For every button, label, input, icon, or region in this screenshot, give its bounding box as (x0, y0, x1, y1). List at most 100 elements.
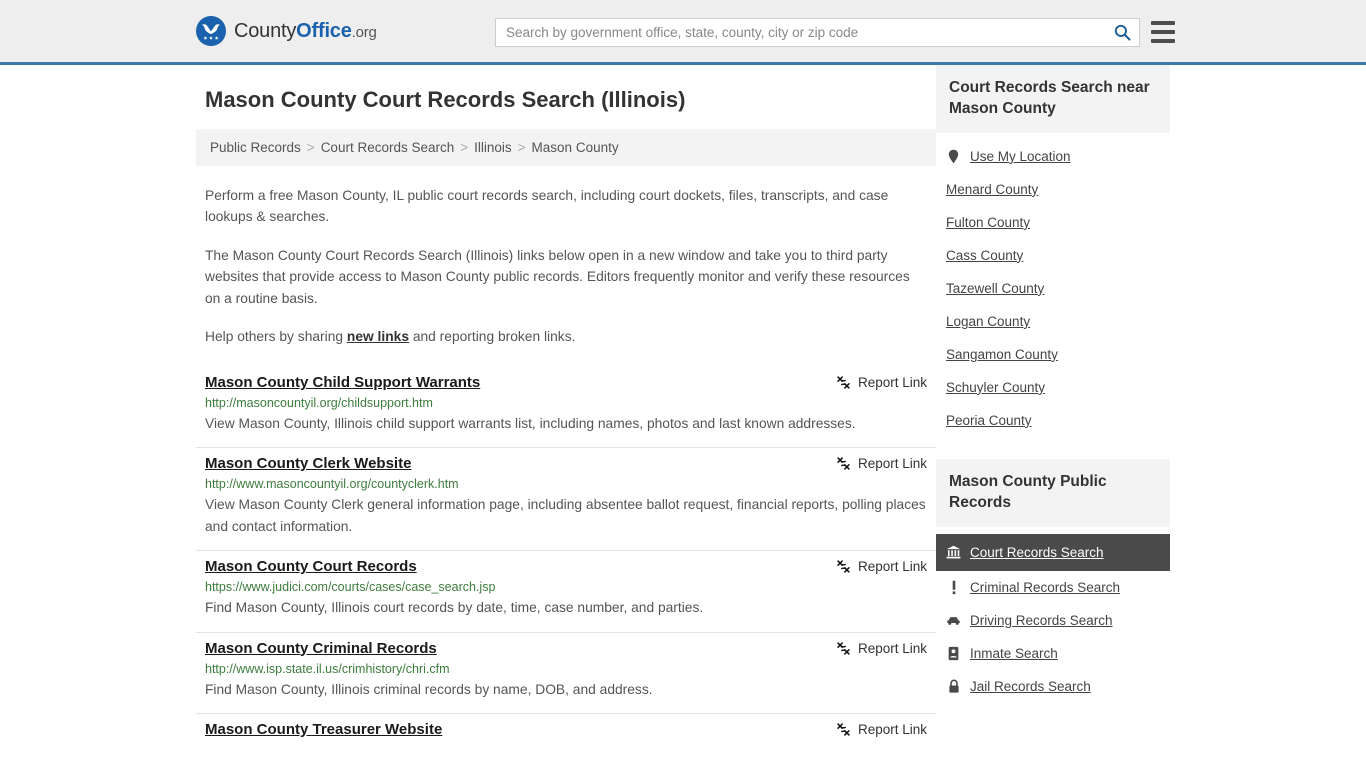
breadcrumb-separator: > (460, 140, 469, 155)
broken-link-icon (837, 722, 850, 736)
car-icon (946, 613, 961, 628)
result-item: Mason County Court Records Report Link h… (196, 551, 936, 633)
sidebar-item-label[interactable]: Use My Location (970, 149, 1071, 164)
breadcrumb-separator: > (517, 140, 526, 155)
report-link-label: Report Link (857, 375, 927, 391)
sidebar-item-label[interactable]: Peoria County (946, 413, 1032, 428)
sidebar-item-logan-county[interactable]: Logan County (936, 305, 1170, 338)
result-title-link[interactable]: Mason County Criminal Records (205, 640, 437, 657)
sidebar-item-label[interactable]: Menard County (946, 182, 1038, 197)
report-link-label: Report Link (857, 640, 927, 656)
search-button[interactable] (1105, 19, 1139, 46)
broken-link-icon (837, 641, 850, 655)
sidebar-nearby-heading: Court Records Search near Mason County (936, 65, 1170, 133)
intro-p3-before: Help others by sharing (205, 328, 347, 344)
breadcrumb-item-court-records-search[interactable]: Court Records Search (321, 140, 455, 155)
result-item: Mason County Criminal Records Report Lin… (196, 633, 936, 714)
id-badge-icon (946, 646, 961, 661)
sidebar-nearby-list: Use My Location Menard County Fulton Cou… (936, 140, 1170, 437)
result-description: View Mason County, Illinois child suppor… (205, 416, 856, 432)
sidebar-public-records-list: Court Records Search Criminal Records Se… (936, 533, 1170, 703)
search-input[interactable] (496, 19, 1105, 46)
page-body: Mason County Court Records Search (Illin… (0, 65, 1366, 750)
result-url: http://www.masoncountyil.org/countyclerk… (205, 477, 459, 492)
sidebar-item-sangamon-county[interactable]: Sangamon County (936, 338, 1170, 371)
sidebar-item-label[interactable]: Sangamon County (946, 347, 1058, 362)
result-url: http://masoncountyil.org/childsupport.ht… (205, 396, 433, 411)
report-link-button[interactable]: Report Link (836, 721, 927, 737)
sidebar-item-label[interactable]: Schuyler County (946, 380, 1045, 395)
sidebar: Court Records Search near Mason County U… (936, 65, 1170, 750)
sidebar-item-label[interactable]: Cass County (946, 248, 1023, 263)
sidebar-item-label[interactable]: Court Records Search (970, 545, 1104, 560)
sidebar-item-label[interactable]: Tazewell County (946, 281, 1044, 296)
result-header: Mason County Court Records Report Link (205, 558, 927, 575)
result-item: Mason County Clerk Website Report Link h… (196, 448, 936, 552)
sidebar-item-tazewell-county[interactable]: Tazewell County (936, 272, 1170, 305)
hamburger-bar (1151, 21, 1175, 25)
sidebar-item-jail-records-search[interactable]: Jail Records Search (936, 670, 1170, 703)
report-link-button[interactable]: Report Link (836, 374, 927, 390)
sidebar-item-fulton-county[interactable]: Fulton County (936, 206, 1170, 239)
report-link-button[interactable]: Report Link (836, 558, 927, 574)
hamburger-menu-icon[interactable] (1151, 21, 1175, 43)
search-icon (1114, 24, 1131, 41)
sidebar-item-label[interactable]: Logan County (946, 314, 1030, 329)
sidebar-item-inmate-search[interactable]: Inmate Search (936, 637, 1170, 670)
sidebar-item-driving-records-search[interactable]: Driving Records Search (936, 604, 1170, 637)
sidebar-item-cass-county[interactable]: Cass County (936, 239, 1170, 272)
brand-part-office: Office (296, 19, 352, 42)
search-bar[interactable] (495, 18, 1140, 47)
intro-p3-after: and reporting broken links. (409, 328, 576, 344)
sidebar-item-label[interactable]: Criminal Records Search (970, 580, 1120, 595)
sidebar-item-label[interactable]: Fulton County (946, 215, 1030, 230)
broken-link-icon (837, 376, 850, 389)
sidebar-item-label[interactable]: Jail Records Search (970, 679, 1091, 694)
result-header: Mason County Treasurer Website Report Li… (205, 721, 927, 738)
result-title-link[interactable]: Mason County Treasurer Website (205, 721, 442, 738)
brand-part-county: County (234, 19, 297, 42)
sidebar-item-peoria-county[interactable]: Peoria County (936, 404, 1170, 437)
report-link-button[interactable]: Report Link (836, 455, 927, 471)
intro-paragraph-1: Perform a free Mason County, IL public c… (205, 188, 889, 225)
hamburger-bar (1151, 39, 1175, 43)
site-logo-link[interactable]: CountyOffice.org (196, 16, 377, 46)
brand-part-tld: .org (351, 23, 377, 41)
page-title: Mason County Court Records Search (Illin… (205, 87, 686, 112)
breadcrumb-separator: > (306, 140, 315, 155)
report-link-label: Report Link (857, 721, 927, 737)
sidebar-item-use-my-location[interactable]: Use My Location (936, 140, 1170, 173)
sidebar-nearby-section: Court Records Search near Mason County U… (936, 65, 1170, 437)
sidebar-item-label[interactable]: Driving Records Search (970, 613, 1113, 628)
report-link-label: Report Link (857, 456, 927, 472)
result-title-link[interactable]: Mason County Child Support Warrants (205, 374, 480, 391)
intro-paragraph-2: The Mason County Court Records Search (I… (205, 247, 910, 306)
breadcrumb-item-public-records[interactable]: Public Records (210, 140, 301, 155)
site-header: CountyOffice.org (0, 0, 1366, 65)
result-header: Mason County Clerk Website Report Link (205, 455, 927, 472)
courthouse-icon (946, 545, 961, 560)
eagle-stars-logo-icon (196, 16, 226, 46)
main-content: Mason County Court Records Search (Illin… (196, 65, 936, 750)
sidebar-item-schuyler-county[interactable]: Schuyler County (936, 371, 1170, 404)
result-header: Mason County Criminal Records Report Lin… (205, 640, 927, 657)
report-link-button[interactable]: Report Link (836, 640, 927, 656)
sidebar-item-menard-county[interactable]: Menard County (936, 173, 1170, 206)
sidebar-item-label[interactable]: Inmate Search (970, 646, 1058, 661)
result-url: https://www.judici.com/courts/cases/case… (205, 580, 496, 595)
new-links-link[interactable]: new links (347, 329, 409, 344)
result-description: Find Mason County, Illinois criminal rec… (205, 681, 653, 697)
breadcrumb-item-illinois[interactable]: Illinois (474, 140, 512, 155)
lock-icon (946, 679, 961, 694)
broken-link-icon (837, 457, 850, 470)
intro-section: Perform a free Mason County, IL public c… (196, 185, 936, 347)
sidebar-item-court-records-search[interactable]: Court Records Search (936, 533, 1170, 571)
sidebar-item-criminal-records-search[interactable]: Criminal Records Search (936, 571, 1170, 604)
result-header: Mason County Child Support Warrants Repo… (205, 374, 927, 391)
result-title-link[interactable]: Mason County Clerk Website (205, 455, 411, 472)
exclamation-icon (946, 580, 961, 595)
result-title-link[interactable]: Mason County Court Records (205, 558, 417, 575)
result-item: Mason County Child Support Warrants Repo… (196, 367, 936, 449)
